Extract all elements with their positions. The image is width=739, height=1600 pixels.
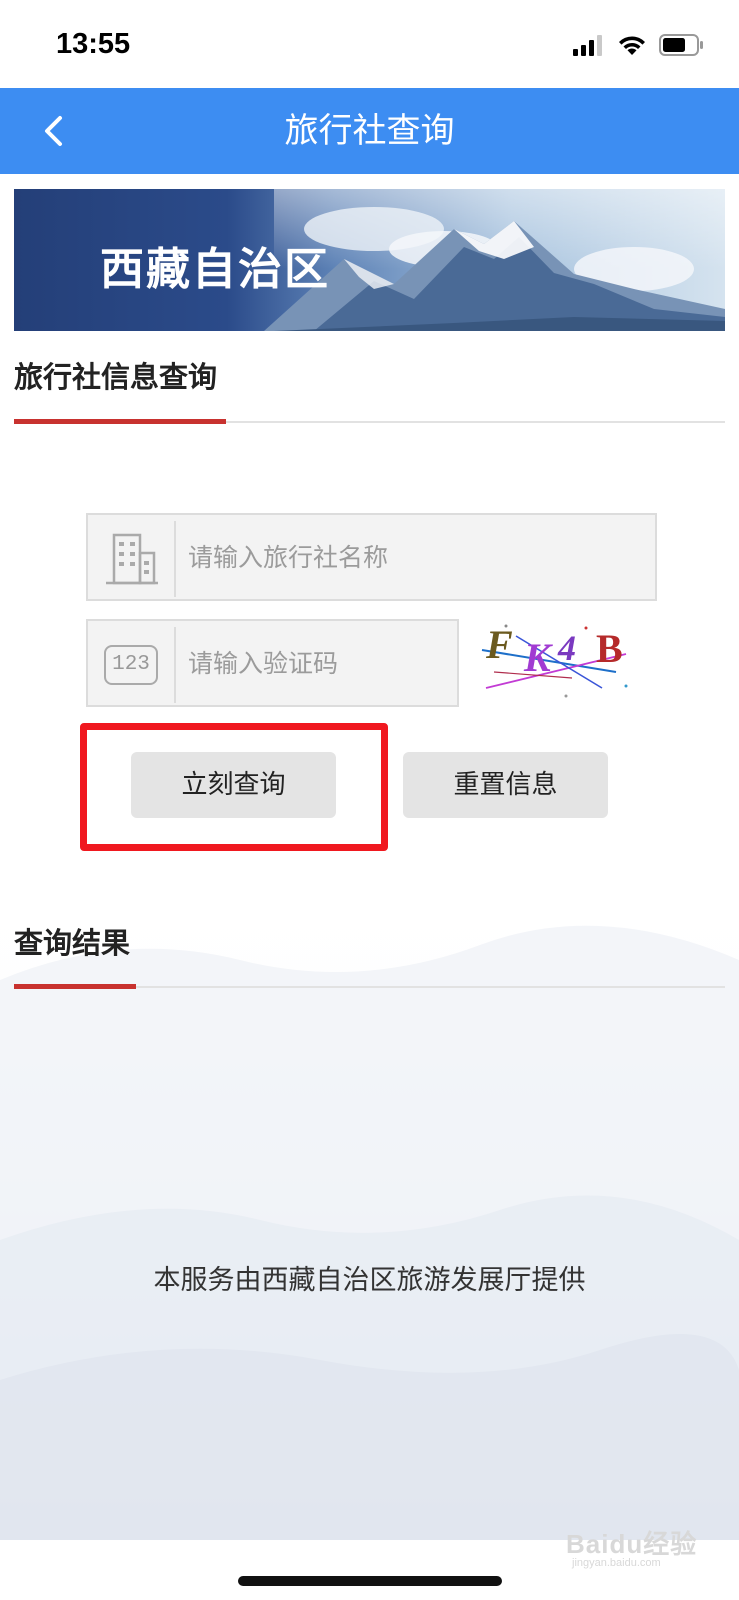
input-divider [174,521,176,597]
wifi-icon [619,36,645,55]
background-mountains-image [0,860,739,1540]
page-title: 旅行社查询 [284,111,455,151]
captcha-graphic: F K 4 B [481,622,628,698]
captcha-char: B [596,626,623,671]
building-icon [106,533,158,585]
battery-icon [659,34,703,56]
captcha-char: F [485,622,513,667]
result-section-accent [14,984,136,989]
nav-bar: 旅行社查询 [0,88,739,174]
query-section-accent [14,419,226,424]
baidu-watermark: Baidu经验 [566,1529,698,1559]
captcha-input[interactable] [188,621,447,705]
banner: 西藏自治区 [14,189,725,331]
captcha-char: 4 [557,628,576,668]
agency-name-field [86,513,657,601]
agency-name-input[interactable] [188,515,645,599]
cellular-signal-icon [573,35,602,56]
result-section-divider [14,984,725,989]
query-button[interactable]: 立刻查询 [131,752,336,818]
footer-text: 本服务由西藏自治区旅游发展厅提供 [153,1265,586,1296]
query-section-title: 旅行社信息查询 [14,360,218,394]
123-icon-text: 123 [112,653,150,676]
home-indicator [238,1576,502,1586]
123-icon: 123 [104,645,158,685]
status-icons [573,34,705,56]
reset-button[interactable]: 重置信息 [403,752,608,818]
result-section-title: 查询结果 [14,926,131,960]
input-divider [174,627,176,703]
baidu-watermark-url: jingyan.baidu.com [572,1557,661,1569]
status-bar: 13:55 [0,0,739,88]
query-section-divider [14,419,725,424]
captcha-char: K [523,635,553,680]
banner-title: 西藏自治区 [100,244,330,295]
captcha-image[interactable]: F K 4 B [476,616,648,702]
status-time: 13:55 [56,28,131,60]
captcha-field: 123 [86,619,459,707]
